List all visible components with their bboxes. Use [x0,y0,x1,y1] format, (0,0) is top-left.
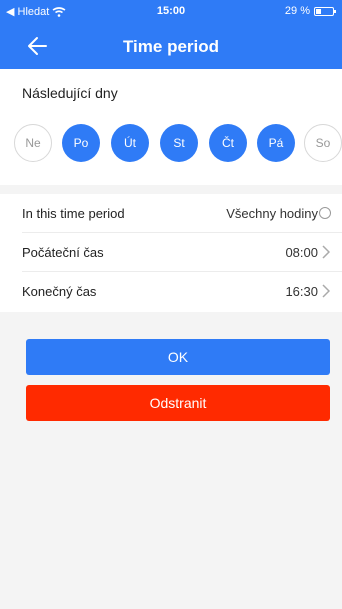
ok-button[interactable]: OK [26,339,330,375]
header: ◀ Hledat 15:00 29 % Time period [0,0,342,69]
days-label: Následující dny [22,85,118,101]
battery-percent: 29 % [284,5,310,17]
delete-button[interactable]: Odstranit [26,385,330,421]
day-sunday[interactable]: Ne [14,124,52,162]
start-time-label: Počáteční čas [22,245,104,260]
status-right: 29 % [284,5,336,17]
day-thursday[interactable]: Čt [209,124,247,162]
end-time-row[interactable]: Konečný čas 16:30 [22,272,342,311]
period-label: In this time period [22,206,125,221]
chevron-right-icon [322,245,330,259]
day-wednesday[interactable]: St [160,124,198,162]
chevron-right-icon [322,284,330,298]
days-section: Následující dny Ne Po Út St Čt Pá So [0,69,342,185]
status-bar: ◀ Hledat 15:00 29 % [0,0,342,22]
period-row[interactable]: In this time period Všechny hodiny [22,194,342,233]
day-tuesday[interactable]: Út [111,124,149,162]
end-time-value: 16:30 [285,284,318,299]
all-hours-label: Všechny hodiny [226,206,318,221]
page-title: Time period [122,37,220,56]
start-time-row[interactable]: Počáteční čas 08:00 [22,233,342,272]
start-time-value: 08:00 [285,245,318,260]
end-time-label: Konečný čas [22,284,97,299]
all-hours-radio[interactable] [319,207,331,219]
day-saturday[interactable]: So [304,124,342,162]
battery-icon [314,6,336,16]
day-monday[interactable]: Po [62,124,100,162]
time-settings-list: In this time period Všechny hodiny Počát… [0,194,342,312]
day-friday[interactable]: Pá [257,124,295,162]
